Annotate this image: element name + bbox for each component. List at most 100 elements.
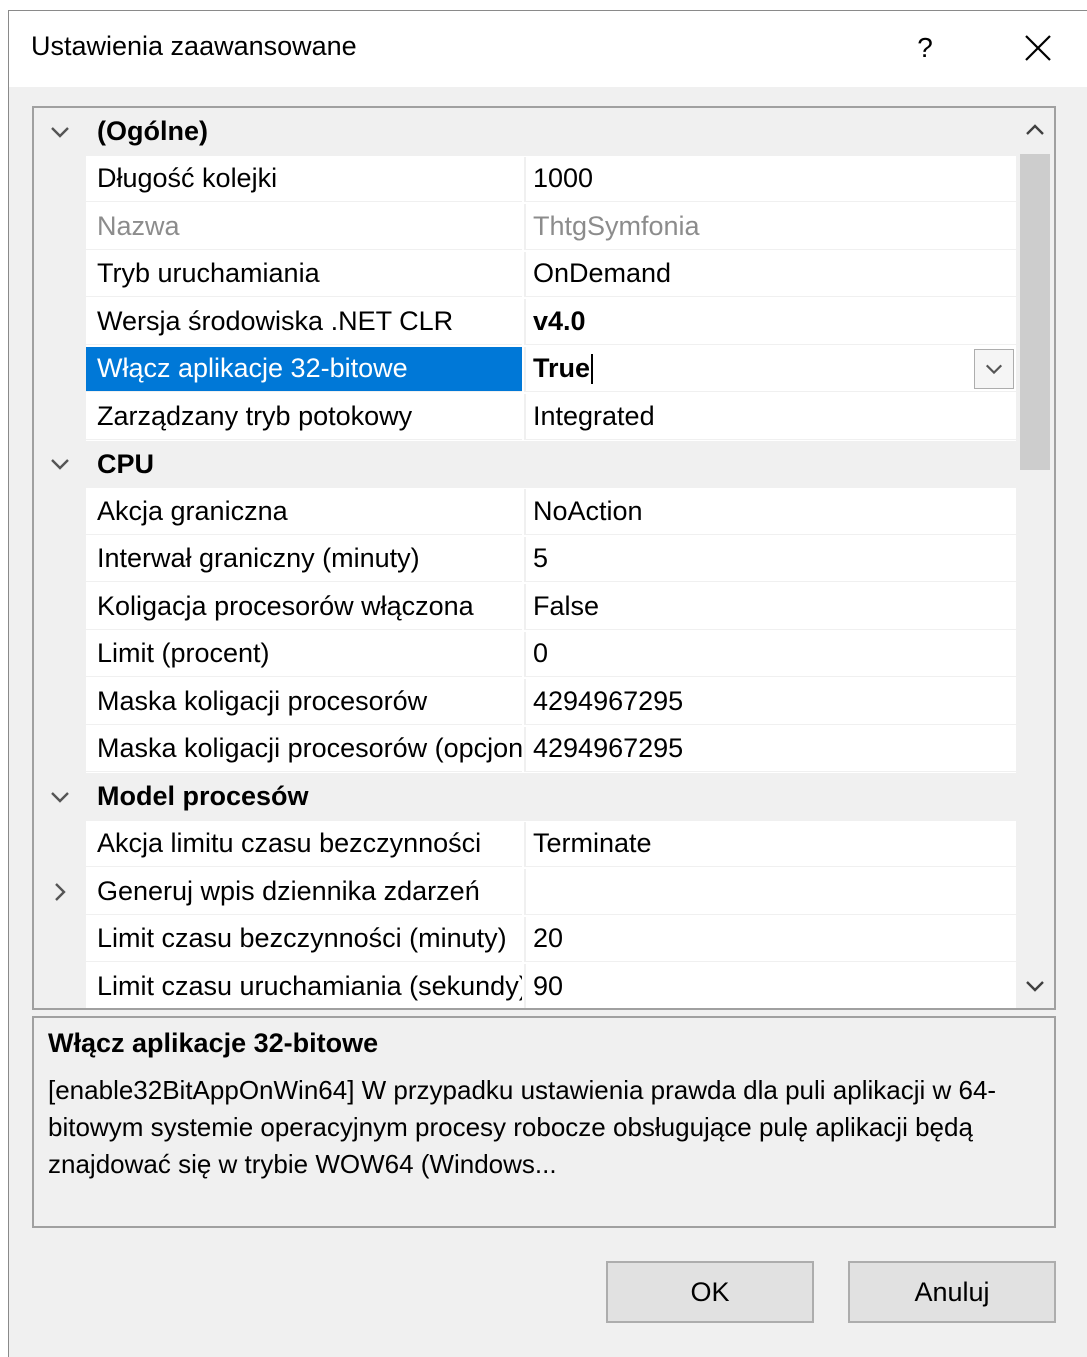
property-value[interactable]: 90 (524, 964, 1016, 1008)
property-name[interactable]: Włącz aplikacje 32-bitowe (86, 346, 522, 392)
property-name[interactable]: Nazwa (86, 204, 522, 250)
row-gutter (34, 963, 86, 1008)
property-row[interactable]: Nazwa ThtgSymfonia (34, 203, 1016, 251)
property-row[interactable]: Akcja limitu czasu bezczynności Terminate (34, 820, 1016, 868)
property-value-text: NoAction (533, 495, 643, 526)
property-value[interactable]: NoAction (524, 489, 1016, 535)
category-toggle[interactable] (34, 773, 86, 821)
chevron-down-icon (985, 364, 1003, 374)
property-value[interactable]: Integrated (524, 394, 1016, 440)
property-value[interactable]: 4294967295 (524, 726, 1016, 772)
row-gutter (34, 725, 86, 773)
property-value[interactable]: 20 (524, 916, 1016, 962)
help-icon: ? (917, 32, 933, 63)
row-gutter (34, 488, 86, 536)
property-name[interactable]: Maska koligacji procesorów (opcjonalna) (86, 727, 522, 772)
property-value-text: Integrated (533, 400, 655, 431)
property-row[interactable]: Interwał graniczny (minuty) 5 (34, 535, 1016, 583)
property-value-text: Terminate (533, 828, 652, 859)
property-value[interactable]: v4.0 (524, 299, 1016, 345)
property-name[interactable]: Tryb uruchamiania (86, 252, 522, 297)
chevron-down-icon (51, 791, 69, 803)
property-value-text: True (533, 353, 591, 384)
scroll-up-button[interactable] (1016, 108, 1054, 152)
property-row[interactable]: Akcja graniczna NoAction (34, 488, 1016, 536)
property-row[interactable]: Wersja środowiska .NET CLR v4.0 (34, 298, 1016, 346)
property-value[interactable]: 1000 (524, 156, 1016, 202)
property-grid-rows: (Ogólne) Długość kolejki 1000 Nazwa ThtgSymf… (34, 108, 1016, 1008)
property-value[interactable]: False (524, 584, 1016, 630)
property-value[interactable]: 0 (524, 631, 1016, 677)
property-name[interactable]: Limit czasu uruchamiania (sekundy) (86, 964, 522, 1008)
cancel-button[interactable]: Anuluj (848, 1261, 1056, 1323)
property-row[interactable]: Włącz aplikacje 32-bitowe True (34, 345, 1016, 393)
property-name[interactable]: Zarządzany tryb potokowy (86, 394, 522, 440)
scrollbar-thumb[interactable] (1020, 154, 1050, 470)
description-text: [enable32BitAppOnWin64] W przypadku usta… (48, 1075, 997, 1179)
property-grid: (Ogólne) Długość kolejki 1000 Nazwa ThtgSymf… (32, 106, 1056, 1010)
property-value-text: ThtgSymfonia (533, 210, 700, 241)
category-name: (Ogólne) (97, 116, 208, 147)
row-gutter (34, 915, 86, 963)
text-caret (591, 353, 594, 384)
description-title: Włącz aplikacje 32-bitowe (48, 1028, 379, 1058)
ok-button[interactable]: OK (606, 1261, 814, 1323)
property-name[interactable]: Akcja limitu czasu bezczynności (86, 822, 522, 867)
property-row[interactable]: Zarządzany tryb potokowy Integrated (34, 393, 1016, 441)
help-button[interactable]: ? (905, 25, 945, 71)
property-value[interactable]: ThtgSymfonia (524, 204, 1016, 250)
property-value-text: 5 (533, 543, 549, 574)
value-dropdown-button[interactable] (974, 348, 1014, 389)
category-toggle[interactable] (34, 441, 86, 489)
property-value[interactable]: True (524, 346, 1016, 392)
property-value-text: 4294967295 (533, 685, 684, 716)
property-name[interactable]: Akcja graniczna (86, 489, 522, 535)
category-row[interactable]: Model procesów (34, 773, 1016, 821)
chevron-down-icon (51, 126, 69, 138)
property-name[interactable]: Długość kolejki (86, 157, 522, 202)
category-row[interactable]: CPU (34, 440, 1016, 489)
property-value[interactable]: Terminate (524, 821, 1016, 867)
property-row[interactable]: Generuj wpis dziennika zdarzeń (34, 868, 1016, 916)
chevron-up-icon (1026, 124, 1044, 135)
property-value-text: v4.0 (533, 305, 586, 336)
title-bar: Ustawienia zaawansowane ? (9, 11, 1087, 87)
property-name[interactable]: Wersja środowiska .NET CLR (86, 299, 522, 345)
property-value-text: 1000 (533, 163, 594, 194)
property-value-text: 4294967295 (533, 733, 684, 764)
dialog-title: Ustawienia zaawansowane (31, 31, 357, 61)
property-row[interactable]: Maska koligacji procesorów 4294967295 (34, 678, 1016, 726)
property-row[interactable]: Limit czasu bezczynności (minuty) 20 (34, 915, 1016, 963)
row-gutter (34, 345, 86, 393)
close-button[interactable] (1013, 25, 1063, 71)
row-gutter[interactable] (34, 868, 86, 916)
property-name[interactable]: Limit (procent) (86, 632, 522, 677)
property-value[interactable] (524, 869, 1016, 915)
property-name[interactable]: Generuj wpis dziennika zdarzeń (86, 869, 522, 915)
property-value[interactable]: OnDemand (524, 251, 1016, 297)
property-name[interactable]: Limit czasu bezczynności (minuty) (86, 917, 522, 962)
property-value[interactable]: 4294967295 (524, 679, 1016, 725)
row-gutter (34, 678, 86, 726)
property-row[interactable]: Limit (procent) 0 (34, 630, 1016, 678)
row-gutter (34, 155, 86, 203)
category-row[interactable]: (Ogólne) (34, 108, 1016, 156)
property-row[interactable]: Długość kolejki 1000 (34, 155, 1016, 203)
property-row[interactable]: Maska koligacji procesorów (opcjonalna) 4… (34, 725, 1016, 773)
property-row[interactable]: Koligacja procesorów włączona False (34, 583, 1016, 631)
row-gutter (34, 630, 86, 678)
row-gutter (34, 203, 86, 251)
vertical-scrollbar[interactable] (1016, 108, 1054, 1008)
property-name[interactable]: Koligacja procesorów włączona (86, 584, 522, 630)
category-name: CPU (97, 448, 155, 479)
property-value-text: 20 (533, 923, 564, 954)
category-toggle[interactable] (34, 108, 86, 156)
property-row[interactable]: Limit czasu uruchamiania (sekundy) 90 (34, 963, 1016, 1008)
description-panel: Włącz aplikacje 32-bitowe [enable32BitAp… (32, 1016, 1056, 1228)
property-name[interactable]: Interwał graniczny (minuty) (86, 537, 522, 582)
scroll-down-button[interactable] (1016, 964, 1054, 1008)
category-name: Model procesów (97, 781, 309, 812)
property-value[interactable]: 5 (524, 536, 1016, 582)
property-row[interactable]: Tryb uruchamiania OnDemand (34, 250, 1016, 298)
property-name[interactable]: Maska koligacji procesorów (86, 679, 522, 725)
